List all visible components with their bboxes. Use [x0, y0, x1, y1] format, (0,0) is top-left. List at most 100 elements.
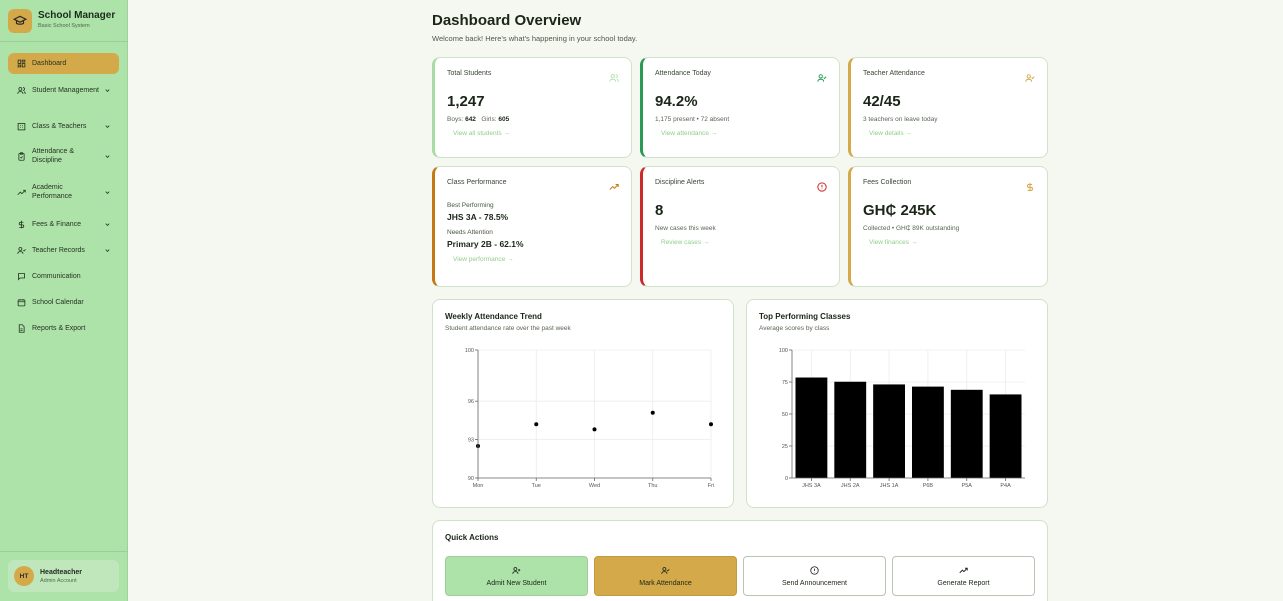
trending-up-icon: [959, 566, 969, 576]
sidebar-item-reports-export[interactable]: Reports & Export: [8, 323, 119, 333]
sidebar-item-student-management[interactable]: Student Management: [8, 85, 119, 95]
mark-attendance-button[interactable]: Mark Attendance: [594, 556, 737, 596]
y-tick-label: 100: [465, 348, 474, 354]
arrow-right-icon: →: [710, 130, 718, 137]
user-list-icon: [16, 245, 26, 255]
sidebar-item-label: Reports & Export: [32, 324, 86, 332]
x-tick-label: P5A: [962, 483, 973, 489]
x-tick-label: JHS 2A: [841, 483, 860, 489]
total-students-card: Total Students 1,247 Boys: 642 Girls: 60…: [432, 57, 632, 158]
bar: [911, 386, 944, 478]
y-tick-label: 25: [782, 444, 788, 450]
sidebar-item-fees-finance[interactable]: Fees & Finance: [8, 219, 119, 229]
review-cases-link[interactable]: Review cases →: [661, 239, 827, 246]
clipboard-check-icon: [16, 151, 26, 161]
needs-attention-value: Primary 2B - 62.1%: [447, 239, 524, 249]
stat-value: 8: [655, 202, 664, 219]
sidebar-item-label: Dashboard: [32, 60, 67, 67]
stat-title: Discipline Alerts: [655, 179, 705, 186]
x-tick-label: Fri: [708, 483, 714, 489]
chevron-down-icon: [103, 122, 111, 130]
view-finances-link[interactable]: View finances →: [869, 239, 1035, 246]
generate-report-button[interactable]: Generate Report: [892, 556, 1035, 596]
link-text: View details: [869, 130, 904, 137]
trending-up-icon: [16, 187, 26, 197]
y-tick-label: 50: [782, 412, 788, 418]
x-tick-label: P6B: [923, 483, 934, 489]
bar: [873, 384, 906, 478]
sidebar-item-academic-performance[interactable]: Academic Performance: [8, 183, 119, 201]
users-icon: [609, 70, 619, 82]
brand: School Manager Basic School System: [0, 0, 127, 42]
user-role: Admin Account: [40, 577, 77, 584]
view-details-link[interactable]: View details →: [869, 130, 1035, 137]
sidebar-item-communication[interactable]: Communication: [8, 271, 119, 281]
data-point: [709, 422, 713, 427]
view-performance-link[interactable]: View performance →: [453, 256, 619, 263]
chevron-down-icon: [103, 188, 111, 196]
weekly-attendance-chart-card: Weekly Attendance Trend Student attendan…: [432, 299, 734, 508]
chevron-down-icon: [103, 152, 111, 160]
sidebar-item-label: School Calendar: [32, 298, 84, 306]
sidebar-item-label: Academic Performance: [32, 184, 73, 200]
send-announcement-button[interactable]: Send Announcement: [743, 556, 886, 596]
stat-value: 94.2%: [655, 93, 698, 110]
admit-new-student-button[interactable]: Admit New Student: [445, 556, 588, 596]
fees-collection-card: Fees Collection GH₵ 245K Collected • GH₵…: [848, 166, 1048, 287]
quick-actions-title: Quick Actions: [445, 533, 499, 542]
chevron-down-icon: [103, 220, 111, 228]
sidebar-item-teacher-records[interactable]: Teacher Records: [8, 245, 119, 255]
sidebar-item-label: Student Management: [32, 86, 99, 94]
stat-note: Collected • GH₵ 89K outstanding: [863, 225, 960, 232]
bar: [950, 389, 983, 478]
sidebar-item-dashboard[interactable]: Dashboard: [8, 53, 119, 74]
y-tick-label: 0: [785, 476, 788, 482]
needs-attention-label: Needs Attention: [447, 229, 493, 236]
user-card[interactable]: HT Headteacher Admin Account: [8, 560, 119, 592]
attendance-scatter-chart: 90 93 96 100 Mon Tue Wed Thu Fri: [465, 348, 714, 489]
chevron-down-icon: [103, 246, 111, 254]
best-performing-value: JHS 3A - 78.5%: [447, 212, 509, 222]
y-tick-label: 93: [468, 438, 474, 444]
stat-note: New cases this week: [655, 225, 716, 232]
dashboard-icon: [16, 59, 26, 69]
attendance-today-card: Attendance Today 94.2% 1,175 present • 7…: [640, 57, 840, 158]
arrow-right-icon: →: [905, 130, 912, 137]
user-plus-icon: [512, 566, 522, 576]
sidebar-item-class-teachers[interactable]: Class & Teachers: [8, 121, 119, 131]
arrow-right-icon: →: [503, 130, 510, 137]
avatar: HT: [14, 566, 34, 586]
x-tick-label: Thu: [648, 483, 657, 489]
user-check-icon: [817, 70, 827, 82]
x-tick-label: Mon: [473, 483, 484, 489]
boys-label: Boys:: [447, 116, 464, 123]
view-all-students-link[interactable]: View all students →: [453, 130, 619, 137]
user-check-icon: [661, 566, 671, 576]
sidebar-item-attendance-discipline[interactable]: Attendance & Discipline: [8, 147, 119, 165]
button-label: Generate Report: [937, 579, 990, 587]
sidebar-item-label: Communication: [32, 272, 81, 280]
stat-title: Total Students: [447, 70, 492, 77]
bar: [834, 381, 867, 478]
alert-circle-icon: [810, 566, 820, 576]
arrow-right-icon: →: [910, 239, 918, 246]
users-icon: [16, 85, 26, 95]
y-tick-label: 75: [782, 380, 788, 386]
data-point: [650, 410, 655, 415]
arrow-right-icon: →: [507, 256, 514, 263]
button-label: Admit New Student: [486, 579, 547, 587]
girls-label: Girls:: [481, 116, 497, 123]
sidebar-item-school-calendar[interactable]: School Calendar: [8, 297, 119, 307]
trending-up-icon: [609, 179, 619, 190]
sidebar-divider: [0, 551, 128, 552]
view-attendance-link[interactable]: View attendance →: [661, 130, 827, 137]
brand-subtitle: Basic School System: [38, 23, 90, 29]
stat-value: GH₵ 245K: [863, 202, 937, 219]
sidebar-item-label: Fees & Finance: [32, 220, 82, 228]
message-icon: [16, 271, 26, 281]
data-point: [534, 422, 539, 427]
button-label: Send Announcement: [782, 579, 847, 587]
best-performing-label: Best Performing: [447, 202, 494, 209]
stat-title: Attendance Today: [655, 70, 711, 77]
x-tick-label: JHS 3A: [802, 483, 821, 489]
